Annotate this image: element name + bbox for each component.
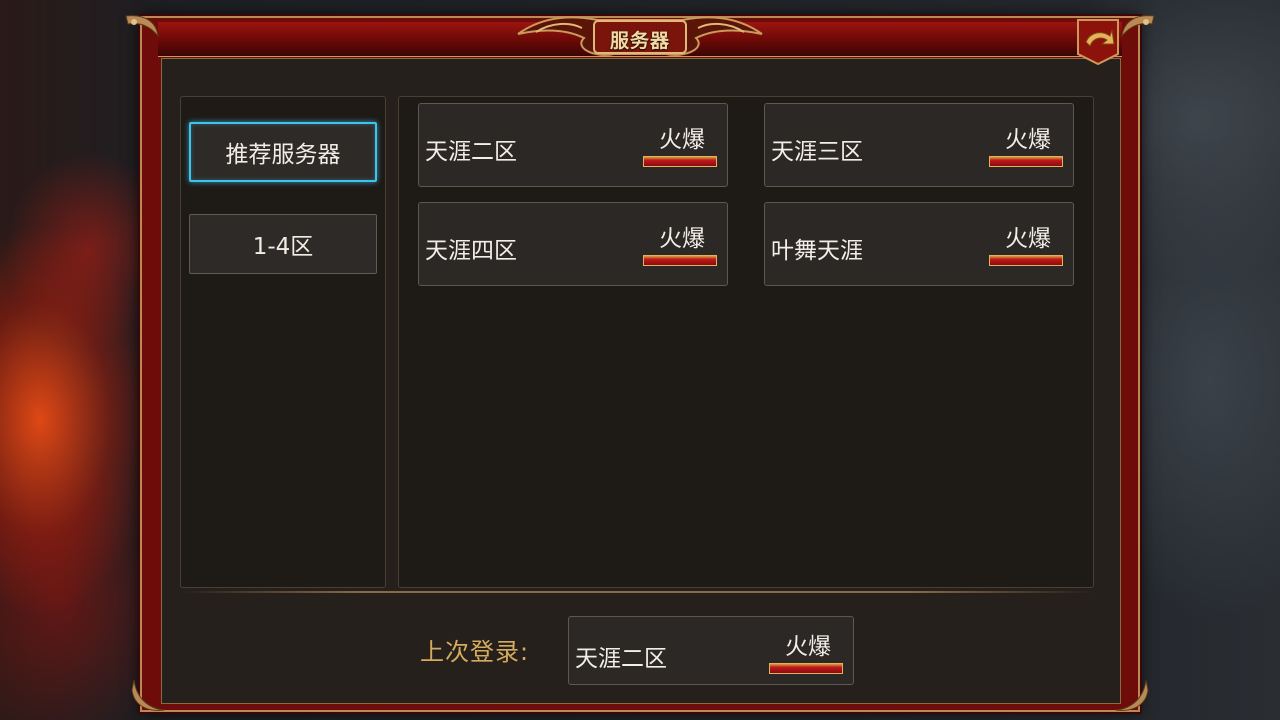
status-bar <box>643 156 717 167</box>
server-status: 火爆 <box>659 226 705 252</box>
ornament-corner-icon <box>122 12 162 52</box>
ornament-corner-icon <box>128 676 168 716</box>
server-status: 火爆 <box>785 634 831 660</box>
server-status: 火爆 <box>1005 226 1051 252</box>
server-card[interactable]: 天涯四区 火爆 <box>418 202 728 286</box>
server-name: 天涯三区 <box>771 139 863 165</box>
server-card[interactable]: 天涯三区 火爆 <box>764 103 1074 187</box>
status-bar <box>989 156 1063 167</box>
server-card[interactable]: 天涯二区 火爆 <box>418 103 728 187</box>
ornament-corner-icon <box>1112 676 1152 716</box>
server-card[interactable]: 叶舞天涯 火爆 <box>764 202 1074 286</box>
last-login-server-card[interactable]: 天涯二区 火爆 <box>568 616 854 685</box>
server-name: 天涯四区 <box>425 238 517 264</box>
window-title: 服务器 <box>609 30 670 52</box>
status-bar <box>769 663 843 674</box>
server-name: 天涯二区 <box>425 139 517 165</box>
status-bar <box>643 255 717 266</box>
category-range-button[interactable]: 1-4区 <box>189 214 377 274</box>
category-recommended-button[interactable]: 推荐服务器 <box>189 122 377 182</box>
server-status: 火爆 <box>1005 127 1051 153</box>
server-status: 火爆 <box>659 127 705 153</box>
title-plaque: 服务器 <box>516 8 764 62</box>
back-button[interactable] <box>1076 18 1120 66</box>
divider <box>180 591 1094 593</box>
server-name: 叶舞天涯 <box>771 238 863 264</box>
back-arrow-icon <box>1077 19 1119 66</box>
server-name: 天涯二区 <box>575 646 667 672</box>
ornament-corner-icon <box>1118 12 1158 52</box>
status-bar <box>989 255 1063 266</box>
last-login-label: 上次登录: <box>420 638 530 666</box>
